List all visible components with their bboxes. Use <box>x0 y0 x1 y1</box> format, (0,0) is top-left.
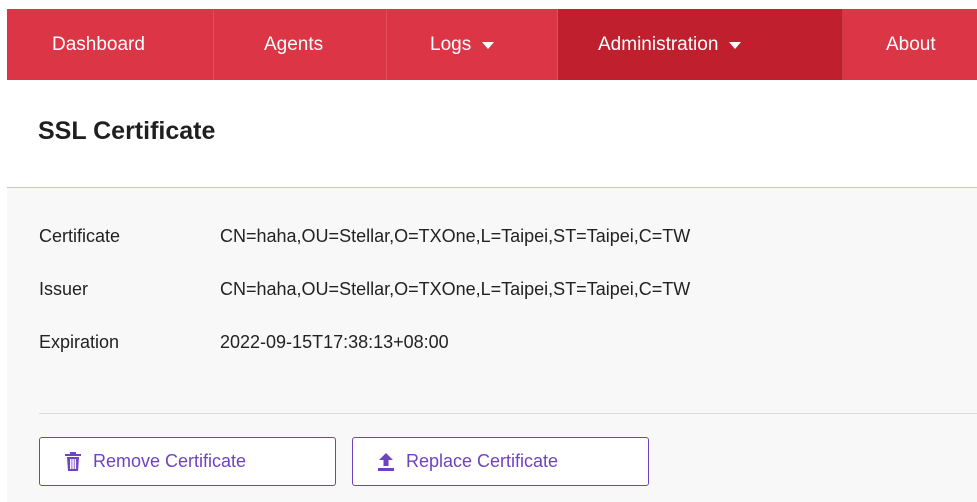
nav-item-dashboard[interactable]: Dashboard <box>7 9 214 80</box>
remove-certificate-button[interactable]: Remove Certificate <box>39 437 336 486</box>
divider <box>39 413 977 414</box>
nav-item-label: About <box>886 33 936 55</box>
nav-item-logs[interactable]: Logs <box>387 9 558 80</box>
expiration-label: Expiration <box>39 332 120 352</box>
expiration-value: 2022-09-15T17:38:13+08:00 <box>220 332 449 352</box>
replace-certificate-button[interactable]: Replace Certificate <box>352 437 649 486</box>
nav-item-label: Administration <box>598 33 719 55</box>
certificate-value: CN=haha,OU=Stellar,O=TXOne,L=Taipei,ST=T… <box>220 226 691 246</box>
certificate-panel: Certificate CN=haha,OU=Stellar,O=TXOne,L… <box>7 188 977 502</box>
nav-item-administration[interactable]: Administration <box>558 9 843 80</box>
trash-icon <box>62 451 84 473</box>
nav-item-agents[interactable]: Agents <box>214 9 387 80</box>
remove-certificate-label: Remove Certificate <box>93 451 247 471</box>
upload-icon <box>375 451 397 473</box>
page-header: SSL Certificate <box>7 80 977 188</box>
nav-item-label: Agents <box>264 33 324 55</box>
top-navbar: Dashboard Agents Logs Administration Abo… <box>7 9 977 80</box>
caret-down-icon <box>729 42 742 49</box>
nav-item-label: Logs <box>430 33 472 55</box>
caret-down-icon <box>482 42 495 49</box>
nav-item-label: Dashboard <box>52 33 145 55</box>
issuer-value: CN=haha,OU=Stellar,O=TXOne,L=Taipei,ST=T… <box>220 279 691 299</box>
nav-item-about[interactable]: About <box>843 9 977 80</box>
certificate-label: Certificate <box>39 226 121 246</box>
replace-certificate-label: Replace Certificate <box>406 451 559 471</box>
issuer-label: Issuer <box>39 279 89 299</box>
page-title: SSL Certificate <box>38 117 216 145</box>
